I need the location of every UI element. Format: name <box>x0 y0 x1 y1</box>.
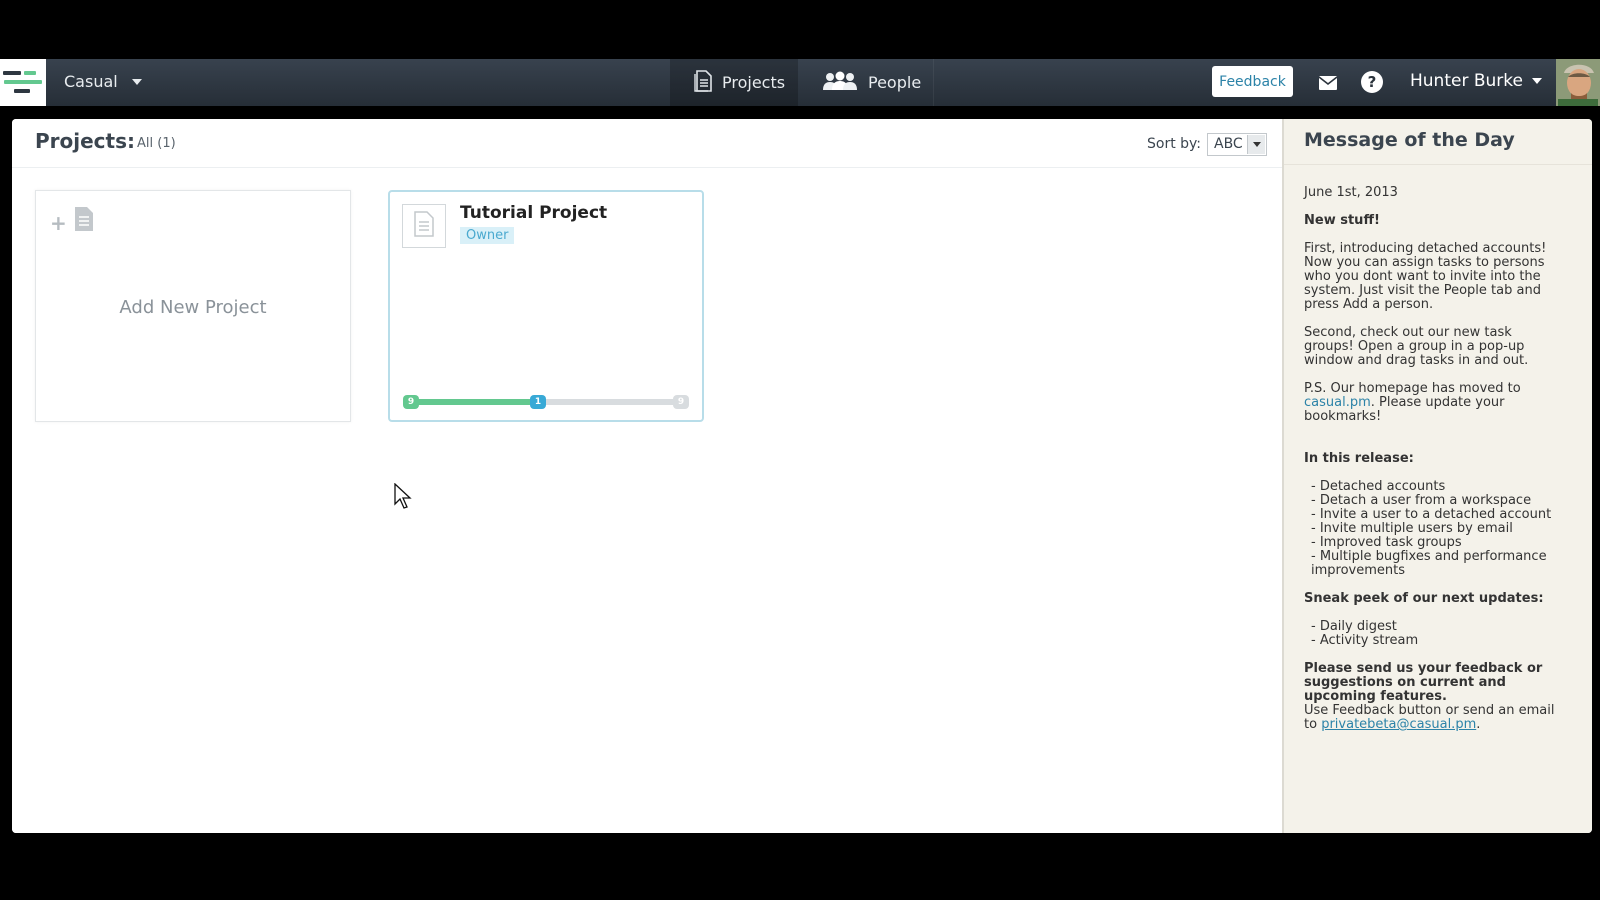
help-icon[interactable]: ? <box>1361 71 1383 93</box>
feedback-request: Please send us your feedback or suggesti… <box>1304 661 1543 704</box>
workspace-switcher[interactable]: Casual <box>64 72 142 91</box>
document-icon <box>694 69 712 96</box>
user-menu[interactable]: Hunter Burke <box>1410 71 1542 91</box>
tab-people[interactable]: People <box>798 59 934 106</box>
list-item: - Multiple bugfixes and performance impr… <box>1311 549 1547 578</box>
projects-filter[interactable]: All (1) <box>137 136 176 151</box>
role-badge: Owner <box>460 227 515 244</box>
divider <box>1284 164 1592 165</box>
feedback-button[interactable]: Feedback <box>1212 66 1293 97</box>
progress-fill <box>409 399 538 405</box>
projects-area: Projects: All (1) Sort by: ABC + Add New… <box>12 119 1282 833</box>
mouse-cursor-icon <box>394 482 412 513</box>
motd-p3-prefix: P.S. Our homepage has moved to <box>1304 381 1521 396</box>
list-item: - Invite multiple users by email <box>1311 521 1513 536</box>
tab-projects[interactable]: Projects <box>670 59 798 106</box>
top-navigation: Casual Projects People Feedback ? Hunter… <box>0 59 1600 106</box>
motd-paragraph-2: Second, check out our new task groups! O… <box>1304 325 1529 368</box>
motd-heading: New stuff! <box>1304 213 1380 228</box>
motd-paragraph-3: P.S. Our homepage has moved to casual.pm… <box>1304 382 1564 424</box>
sort-value: ABC <box>1214 136 1243 152</box>
motd-date: June 1st, 2013 <box>1304 185 1398 200</box>
project-thumbnail <box>402 204 446 248</box>
release-heading: In this release: <box>1304 451 1414 466</box>
motd-title: Message of the Day <box>1304 129 1515 151</box>
progress-start-badge: 9 <box>403 395 419 409</box>
motd-paragraph-1: First, introducing detached accounts! No… <box>1304 241 1547 312</box>
document-icon <box>73 205 95 237</box>
tab-people-label: People <box>868 73 922 92</box>
mail-icon[interactable] <box>1318 75 1338 94</box>
list-item: - Activity stream <box>1311 633 1419 648</box>
tab-projects-label: Projects <box>722 73 786 92</box>
project-card[interactable]: Tutorial Project Owner 9 1 9 <box>388 190 704 422</box>
people-icon <box>822 71 858 95</box>
list-item: - Daily digest <box>1311 619 1397 634</box>
main-panel: Projects: All (1) Sort by: ABC + Add New… <box>12 119 1592 833</box>
chevron-down-icon <box>131 78 142 85</box>
message-of-the-day-panel: Message of the Day June 1st, 2013 New st… <box>1282 119 1592 833</box>
sort-label: Sort by: <box>1147 136 1202 152</box>
document-icon <box>413 210 435 242</box>
project-title[interactable]: Tutorial Project <box>460 203 607 223</box>
feedback-instructions: Use Feedback button or send an email to … <box>1304 704 1564 732</box>
list-item: - Invite a user to a detached account <box>1311 507 1552 522</box>
progress-end-badge: 9 <box>673 395 689 409</box>
feedback-end: . <box>1476 717 1481 732</box>
plus-icon: + <box>50 211 67 235</box>
chevron-down-icon <box>1531 78 1542 84</box>
feedback-email-link[interactable]: privatebeta@casual.pm <box>1321 717 1476 732</box>
avatar[interactable] <box>1556 59 1600 106</box>
list-item: - Improved task groups <box>1311 535 1462 550</box>
user-name: Hunter Burke <box>1410 71 1523 91</box>
projects-header: Projects: All (1) Sort by: ABC <box>12 119 1282 168</box>
project-progress-bar: 9 1 9 <box>403 395 689 409</box>
release-list: - Detached accounts - Detach a user from… <box>1304 480 1564 578</box>
add-project-label: Add New Project <box>119 297 267 318</box>
sort-select[interactable]: ABC <box>1207 133 1267 156</box>
list-item: - Detach a user from a workspace <box>1311 493 1532 508</box>
progress-current-badge: 1 <box>530 395 546 409</box>
next-list: - Daily digest - Activity stream <box>1304 620 1564 648</box>
next-heading: Sneak peek of our next updates: <box>1304 591 1544 606</box>
casual-logo[interactable] <box>0 59 46 106</box>
motd-body: June 1st, 2013 New stuff! First, introdu… <box>1304 186 1564 732</box>
page-title: Projects: <box>35 129 135 153</box>
chevron-down-icon <box>1247 135 1265 154</box>
list-item: - Detached accounts <box>1311 479 1446 494</box>
homepage-link[interactable]: casual.pm <box>1304 395 1371 410</box>
workspace-name: Casual <box>64 72 118 91</box>
add-project-card[interactable]: + Add New Project <box>35 190 351 422</box>
